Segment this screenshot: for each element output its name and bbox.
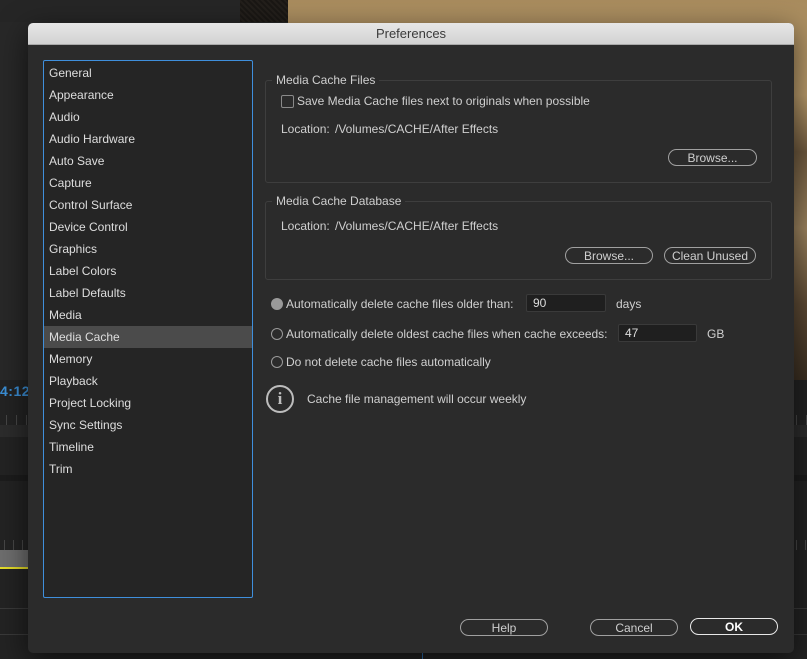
cancel-button[interactable]: Cancel (590, 619, 678, 636)
info-icon: i (266, 385, 294, 413)
delete-older-than-days-input[interactable] (526, 294, 606, 312)
delete-when-exceeds-radio[interactable] (271, 328, 283, 340)
dialog-titlebar[interactable]: Preferences (28, 23, 794, 45)
ok-button[interactable]: OK (690, 618, 778, 635)
sidebar-item-audio[interactable]: Audio (44, 106, 252, 128)
sidebar-item-sync-settings[interactable]: Sync Settings (44, 414, 252, 436)
sidebar-item-audio-hardware[interactable]: Audio Hardware (44, 128, 252, 150)
background-timecode: 4:12 (0, 383, 31, 399)
sidebar-item-appearance[interactable]: Appearance (44, 84, 252, 106)
preferences-dialog: Preferences General Appearance Audio Aud… (28, 23, 794, 653)
sidebar-item-control-surface[interactable]: Control Surface (44, 194, 252, 216)
cache-files-browse-button[interactable]: Browse... (668, 149, 757, 166)
media-cache-files-title: Media Cache Files (272, 73, 380, 87)
sidebar-item-trim[interactable]: Trim (44, 458, 252, 480)
do-not-delete-label[interactable]: Do not delete cache files automatically (286, 355, 491, 369)
dialog-title: Preferences (375, 26, 447, 41)
clean-unused-button[interactable]: Clean Unused (664, 247, 756, 264)
save-next-to-originals-checkbox[interactable] (281, 95, 294, 108)
delete-older-than-label[interactable]: Automatically delete cache files older t… (286, 297, 513, 311)
help-button[interactable]: Help (460, 619, 548, 636)
sidebar-item-graphics[interactable]: Graphics (44, 238, 252, 260)
sidebar-item-label-colors[interactable]: Label Colors (44, 260, 252, 282)
database-location-label: Location: (281, 219, 330, 233)
gb-unit-label: GB (707, 327, 725, 341)
sidebar-item-device-control[interactable]: Device Control (44, 216, 252, 238)
days-unit-label: days (616, 297, 642, 311)
do-not-delete-radio[interactable] (271, 356, 283, 368)
delete-when-exceeds-label[interactable]: Automatically delete oldest cache files … (286, 327, 608, 341)
cache-files-location-label: Location: (281, 122, 330, 136)
sidebar-item-auto-save[interactable]: Auto Save (44, 150, 252, 172)
save-next-to-originals-label[interactable]: Save Media Cache files next to originals… (297, 94, 590, 108)
cache-management-info-text: Cache file management will occur weekly (307, 392, 527, 406)
sidebar-item-media-cache[interactable]: Media Cache (44, 326, 252, 348)
sidebar-item-memory[interactable]: Memory (44, 348, 252, 370)
media-cache-database-title: Media Cache Database (272, 194, 406, 208)
cache-size-limit-input[interactable] (618, 324, 697, 342)
delete-older-than-radio[interactable] (271, 298, 283, 310)
sidebar-item-media[interactable]: Media (44, 304, 252, 326)
sidebar-item-capture[interactable]: Capture (44, 172, 252, 194)
cache-files-location-value: /Volumes/CACHE/After Effects (335, 122, 499, 136)
media-cache-database-group: Media Cache Database Location: /Volumes/… (265, 194, 772, 280)
background-playhead (422, 652, 423, 659)
background-clip (0, 550, 30, 569)
sidebar-item-timeline[interactable]: Timeline (44, 436, 252, 458)
database-location-value: /Volumes/CACHE/After Effects (335, 219, 499, 233)
media-cache-files-group: Media Cache Files Save Media Cache files… (265, 73, 772, 183)
database-browse-button[interactable]: Browse... (565, 247, 653, 264)
sidebar-item-label-defaults[interactable]: Label Defaults (44, 282, 252, 304)
sidebar-item-general[interactable]: General (44, 62, 252, 84)
sidebar-item-playback[interactable]: Playback (44, 370, 252, 392)
sidebar-item-project-locking[interactable]: Project Locking (44, 392, 252, 414)
background-texture (240, 0, 288, 22)
preferences-category-list[interactable]: General Appearance Audio Audio Hardware … (43, 60, 253, 598)
